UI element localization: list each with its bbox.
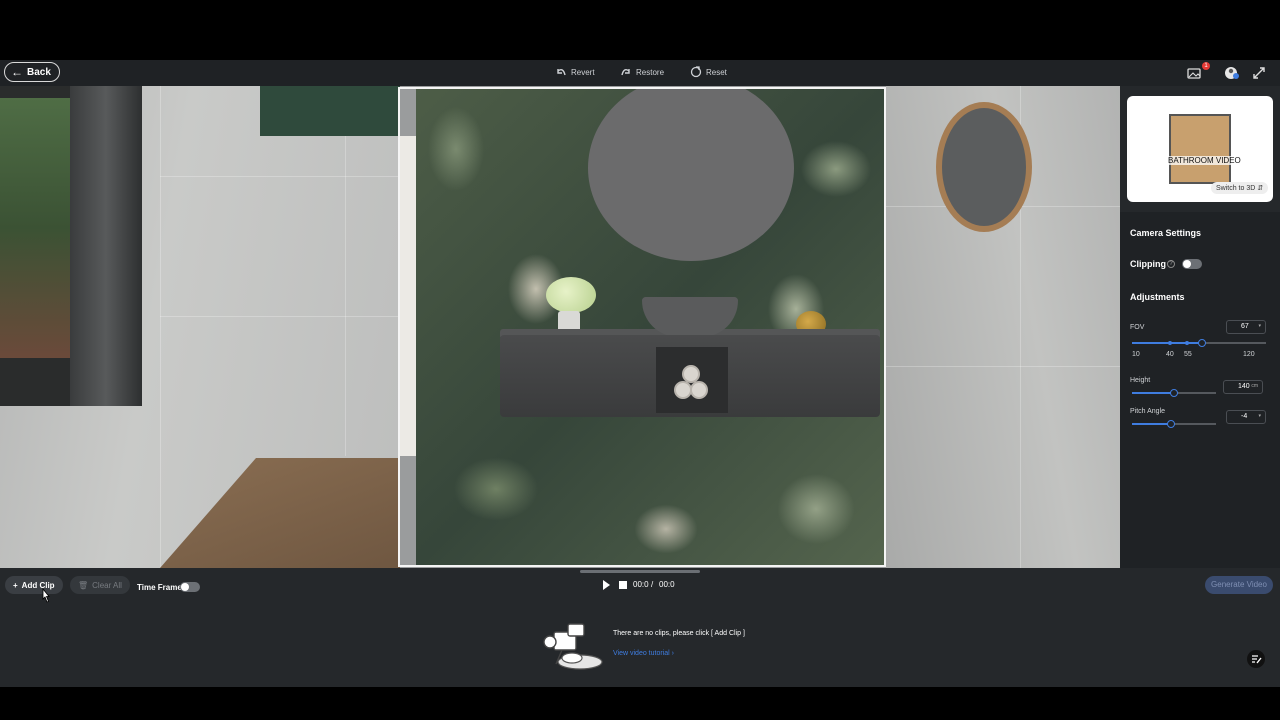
fov-tick[interactable]: 55 — [1184, 351, 1192, 358]
resize-handle[interactable] — [580, 570, 700, 573]
fullscreen-icon[interactable] — [1251, 65, 1267, 81]
add-clip-button[interactable]: + Add Clip — [5, 576, 63, 594]
stop-icon[interactable] — [619, 581, 627, 589]
tile-line — [160, 316, 400, 317]
height-unit: cm — [1251, 383, 1258, 389]
time-separator: / — [651, 580, 654, 589]
switch-label: Switch to 3D — [1216, 185, 1256, 192]
tile-line — [886, 366, 1120, 367]
clear-all-label: Clear All — [92, 580, 122, 590]
mouse-cursor-icon — [42, 588, 50, 603]
chevron-right-icon: › — [671, 650, 674, 657]
help-icon[interactable]: ? — [1167, 260, 1175, 268]
clipping-label: Clipping — [1130, 259, 1166, 269]
height-slider-fill — [1132, 392, 1174, 394]
tutorial-label: View video tutorial — [613, 650, 670, 657]
dropdown-icon: ▾ — [1258, 413, 1261, 419]
revert-button[interactable]: Revert — [555, 66, 595, 78]
generate-video-button[interactable]: Generate Video — [1205, 576, 1273, 594]
window — [0, 86, 142, 406]
tile-line — [160, 176, 400, 177]
pitch-slider-fill — [1132, 423, 1171, 425]
time-frame-label: Time Frame — [137, 583, 182, 592]
top-toolbar: ← Back Revert Restore Reset — [0, 60, 1280, 86]
video-camera-illustration — [543, 623, 603, 670]
flower-bouquet — [546, 277, 596, 313]
minimap[interactable]: BATHROOM VIDEO Switch to 3D ⇵ — [1127, 96, 1273, 202]
clear-all-button[interactable]: 🗑 Clear All — [70, 576, 130, 594]
fov-tick[interactable]: 10 — [1132, 351, 1140, 358]
gallery-icon[interactable] — [1186, 65, 1202, 81]
window-frame — [70, 86, 142, 406]
pitch-value: -4 — [1241, 413, 1248, 420]
plan-label: BATHROOM VIDEO — [1167, 156, 1242, 165]
play-icon[interactable] — [603, 580, 610, 590]
fov-value: 67 — [1241, 323, 1249, 330]
camera-settings-title: Camera Settings — [1130, 228, 1202, 238]
fov-tick[interactable]: 120 — [1243, 351, 1255, 358]
restore-label: Restore — [636, 67, 665, 77]
plus-icon: + — [13, 580, 18, 590]
reset-button[interactable]: Reset — [690, 66, 727, 78]
fov-preset-dot[interactable] — [1168, 341, 1172, 345]
window-glass — [0, 98, 70, 358]
reset-label: Reset — [706, 67, 727, 77]
video-tutorial-link[interactable]: View video tutorial › — [613, 650, 674, 657]
back-button[interactable]: ← Back — [4, 62, 60, 82]
round-mirror — [588, 89, 794, 261]
camera-settings-panel: Camera Settings Clipping ? Adjustments F… — [1120, 212, 1280, 568]
switch-to-3d-button[interactable]: Switch to 3D ⇵ — [1211, 182, 1269, 194]
hanging-round-mirror — [936, 102, 1032, 232]
towel — [690, 381, 708, 399]
towel-niche — [656, 347, 728, 413]
arrow-left-icon: ← — [11, 65, 23, 79]
time-frame-toggle[interactable] — [180, 582, 200, 592]
revert-label: Revert — [571, 67, 595, 77]
feedback-icon[interactable] — [1247, 650, 1265, 668]
fov-input[interactable]: 67 ▾ — [1226, 320, 1266, 334]
tropical-wallpaper — [416, 89, 884, 565]
timeline-panel: + Add Clip 🗑 Clear All Time Frame 00:0 /… — [0, 568, 1280, 687]
fov-tick[interactable]: 40 — [1166, 351, 1174, 358]
back-label: Back — [27, 66, 51, 78]
total-time: 00:0 — [659, 580, 675, 589]
restore-icon — [621, 68, 630, 76]
green-wall-strip — [260, 86, 400, 136]
3d-viewport[interactable] — [0, 86, 1120, 568]
right-panel: BATHROOM VIDEO Switch to 3D ⇵ Camera Set… — [1120, 86, 1280, 568]
restore-button[interactable]: Restore — [620, 66, 664, 78]
fov-slider-knob[interactable] — [1198, 339, 1206, 347]
tile-line — [345, 136, 346, 456]
tile-line — [160, 86, 161, 568]
current-time: 00:0 — [633, 580, 649, 589]
pitch-slider-knob[interactable] — [1167, 420, 1175, 428]
height-value: 140 — [1238, 383, 1250, 390]
swap-icon: ⇵ — [1257, 185, 1264, 192]
empty-clips-message: There are no clips, please click [ Add C… — [613, 630, 745, 637]
avatar-icon[interactable] — [1224, 65, 1240, 81]
pitch-input[interactable]: -4 ▾ — [1226, 410, 1266, 424]
fov-preset-dot[interactable] — [1185, 341, 1189, 345]
notification-badge: 1 — [1202, 62, 1210, 70]
trash-icon: 🗑 — [78, 580, 89, 590]
fov-label: FOV — [1130, 324, 1145, 331]
reset-icon — [690, 66, 702, 78]
floor-plan-thumbnail — [1169, 114, 1231, 184]
height-slider-knob[interactable] — [1170, 389, 1178, 397]
revert-icon — [557, 68, 566, 76]
adjustments-title: Adjustments — [1130, 292, 1185, 302]
fov-slider-fill — [1132, 342, 1202, 344]
dropdown-icon: ▾ — [1258, 323, 1261, 329]
selected-wall-frame[interactable] — [398, 87, 886, 567]
height-label: Height — [1130, 377, 1151, 384]
clipping-toggle[interactable] — [1182, 259, 1202, 269]
height-input[interactable]: 140 cm — [1223, 380, 1263, 394]
pitch-label: Pitch Angle — [1130, 408, 1166, 415]
